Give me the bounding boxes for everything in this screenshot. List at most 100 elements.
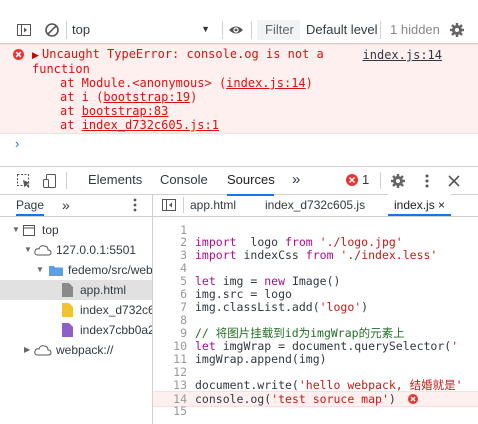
filter-placeholder: Filter — [265, 22, 294, 37]
editor-tabbar: app.html index_d732c605.js index.js × — [153, 194, 478, 217]
stack-frame-link[interactable]: bootstrap:19 — [103, 90, 190, 104]
tab-sources[interactable]: Sources — [227, 167, 275, 196]
tree-item-host[interactable]: ▼ 127.0.0.1:5501 — [0, 240, 152, 260]
line-number: 7 — [180, 300, 187, 314]
stack-frame: at i (bootstrap:19) — [60, 90, 197, 105]
code-text: // 将图片挂载到id为imgWrap的元素上 — [195, 326, 405, 340]
editor-tab-index-d732c605[interactable]: index_d732c605.js — [265, 194, 365, 216]
log-levels-dropdown[interactable]: Default level — [306, 20, 378, 40]
gear-icon[interactable] — [449, 22, 465, 38]
expand-arrow-icon: ▼ — [12, 225, 20, 234]
stack-frame: at index_d732c605.js:1 — [60, 118, 219, 133]
tree-label: app.html — [80, 283, 127, 297]
error-count-badge[interactable]: 1 — [362, 167, 369, 194]
line-number: 5 — [180, 274, 187, 288]
stack-frame-link[interactable]: index_d732c605.js:1 — [82, 118, 219, 132]
code-token: img.classList.add( — [195, 300, 320, 314]
code-token: logo — [236, 235, 286, 249]
editor-tab-index-js[interactable]: index.js × — [388, 194, 452, 216]
tab-console[interactable]: Console — [160, 167, 208, 194]
code-line: 15 — [153, 404, 478, 418]
devtools-tabbar: Elements Console Sources » 1 — [0, 166, 478, 196]
code-token: ) — [361, 300, 369, 314]
line-number: 15 — [173, 404, 187, 418]
code-text: import logo from './logo.jpg' — [195, 235, 403, 249]
chevron-down-icon: ▼ — [201, 24, 210, 34]
line-number: 3 — [180, 248, 187, 262]
code-text: img.classList.add('logo') — [195, 300, 368, 314]
error-icon[interactable] — [408, 394, 418, 404]
css-file-icon — [62, 323, 73, 337]
expand-arrow-icon: ▶ — [24, 345, 31, 354]
tab-elements[interactable]: Elements — [88, 167, 142, 194]
context-value: top — [72, 22, 91, 37]
code-line: 6 img.src = logo — [153, 287, 478, 301]
tab-page[interactable]: Page — [16, 194, 45, 216]
code-token: './index.less' — [333, 248, 438, 262]
tree-item-top[interactable]: ▼ top — [0, 220, 152, 240]
more-tabs-button[interactable]: » — [292, 167, 300, 194]
code-token: import — [195, 248, 237, 262]
kebab-menu-icon[interactable] — [419, 173, 435, 189]
code-line: 8 — [153, 313, 478, 327]
code-line: 12 — [153, 365, 478, 379]
error-text-line2: function — [32, 62, 90, 76]
toolbar-divider — [251, 21, 252, 39]
navigator-header: Page » — [0, 194, 152, 217]
editor-tab-divider — [183, 197, 184, 213]
stack-frame-suffix: ) — [305, 76, 313, 90]
tree-label: 127.0.0.1:5501 — [56, 243, 137, 257]
toggle-sidebar-icon[interactable] — [16, 22, 32, 38]
close-tab-icon[interactable]: × — [438, 198, 445, 212]
toggle-navigator-icon[interactable] — [161, 197, 177, 213]
tree-item-css-file[interactable]: index7cbb0a2.js — [0, 320, 152, 340]
code-line: 9 // 将图片挂载到id为imgWrap的元素上 — [153, 326, 478, 340]
stack-frame-link[interactable]: index.js:14 — [226, 76, 305, 90]
eye-icon[interactable] — [228, 22, 244, 38]
tree-item-app-html[interactable]: app.html — [0, 280, 152, 300]
code-line: 2 import logo from './logo.jpg' — [153, 235, 478, 249]
code-editor[interactable]: 1 2 import logo from './logo.jpg' 3 import… — [153, 217, 478, 424]
cloud-icon — [34, 345, 52, 356]
close-icon[interactable] — [446, 173, 462, 189]
inspect-element-icon[interactable] — [16, 173, 32, 189]
gear-icon[interactable] — [390, 173, 406, 189]
context-selector[interactable]: top ▼ — [72, 19, 218, 40]
line-number: 12 — [173, 365, 187, 379]
line-number: 4 — [180, 261, 187, 275]
tabbar-divider — [380, 172, 381, 189]
device-toolbar-icon[interactable] — [42, 173, 58, 189]
editor-tab-app-html[interactable]: app.html — [190, 194, 236, 216]
toolbar-divider — [66, 21, 67, 39]
code-token: './logo.jpg' — [312, 235, 403, 249]
code-token: let — [195, 274, 216, 288]
tree-label: index7cbb0a2.js — [80, 323, 152, 337]
line-number: 13 — [173, 378, 187, 392]
code-text: imgWrap.append(img) — [195, 352, 327, 366]
stack-frame-link[interactable]: bootstrap:83 — [82, 104, 169, 118]
hidden-count: 1 hidden — [390, 22, 440, 37]
expand-triangle-icon[interactable]: ▶ — [32, 48, 39, 63]
error-source-link[interactable]: index.js:14 — [363, 48, 442, 63]
tree-label: fedemo/src/webpack — [68, 263, 152, 277]
code-token: img.src = logo — [195, 287, 292, 301]
code-text: import indexCss from './index.less' — [195, 248, 437, 262]
filter-input[interactable]: Filter — [257, 20, 300, 40]
error-text-line1: Uncaught TypeError: console.og is not a — [42, 47, 324, 61]
tree-label: index_d732c605.js — [80, 303, 152, 317]
code-token: 'hello webpack, 结婚就是' — [298, 378, 463, 392]
file-icon — [62, 283, 73, 297]
tree-item-folder[interactable]: ▼ fedemo/src/webpack — [0, 260, 152, 280]
sources-navigator: Page » ▼ top ▼ 127.0.0.1:5501 ▼ fedemo/s… — [0, 194, 153, 424]
stack-frame: at bootstrap:83 — [60, 104, 168, 119]
console-prompt[interactable]: › — [15, 136, 19, 151]
code-line: 5 let img = new Image() — [153, 274, 478, 288]
folder-icon — [49, 265, 63, 276]
clear-console-icon[interactable] — [44, 22, 60, 38]
code-line: 10 let imgWrap = document.querySelector(' — [153, 339, 478, 353]
tree-item-js-file[interactable]: index_d732c605.js — [0, 300, 152, 320]
more-navigator-tabs[interactable]: » — [62, 194, 70, 216]
kebab-menu-icon[interactable] — [130, 197, 140, 213]
tree-item-webpack[interactable]: ▶ webpack:// — [0, 340, 152, 360]
error-icon — [346, 174, 358, 186]
